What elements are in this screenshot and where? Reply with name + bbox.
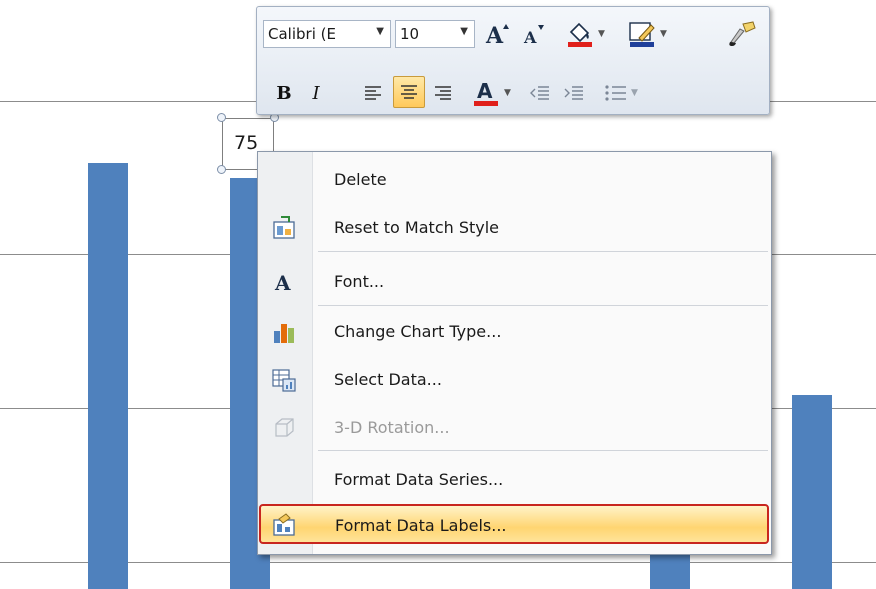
menu-item-3d-rotation[interactable]: 3-D Rotation... <box>260 406 769 450</box>
chart-bar[interactable] <box>88 163 128 589</box>
menu-item-change-chart-type[interactable]: Change Chart Type... <box>260 310 769 354</box>
menu-item-label: 3-D Rotation... <box>334 418 450 437</box>
gridline <box>0 562 876 563</box>
svg-text:A: A <box>523 28 537 47</box>
font-name-combo[interactable]: Calibri (E ▼ <box>263 20 391 48</box>
menu-item-label: Delete <box>334 170 387 189</box>
menu-separator <box>318 305 768 306</box>
menu-item-label: Format Data Series... <box>334 470 504 489</box>
chevron-down-icon[interactable]: ▼ <box>631 88 638 98</box>
font-size-combo[interactable]: 10 ▼ <box>395 20 475 48</box>
menu-item-reset-to-match-style[interactable]: Reset to Match Style <box>260 206 769 250</box>
chevron-down-icon[interactable]: ▼ <box>598 29 605 39</box>
svg-text:A: A <box>485 23 504 47</box>
fill-color-button[interactable]: ▼ <box>557 18 613 50</box>
align-center-icon <box>401 85 417 99</box>
svg-text:A: A <box>274 271 291 295</box>
menu-separator <box>318 251 768 252</box>
chart-type-icon <box>274 324 294 343</box>
align-left-button[interactable] <box>359 77 387 109</box>
bold-button[interactable]: B <box>271 77 297 109</box>
menu-item-label: Reset to Match Style <box>334 218 500 237</box>
mini-toolbar: Calibri (E ▼ 10 ▼ A A ▼ ▼ B I A ▼ ▼ <box>256 6 770 115</box>
format-painter-button[interactable] <box>725 18 759 50</box>
font-size-value: 10 <box>400 25 420 43</box>
align-center-button[interactable] <box>393 76 425 108</box>
svg-text:A: A <box>477 79 493 103</box>
shrink-font-icon: A <box>523 25 544 47</box>
line-color-icon <box>629 22 655 47</box>
shrink-font-button[interactable]: A <box>519 18 549 50</box>
selection-handle[interactable] <box>217 165 226 174</box>
menu-separator <box>318 450 768 451</box>
reset-style-icon <box>273 216 295 239</box>
menu-item-delete[interactable]: Delete <box>260 158 769 202</box>
chevron-down-icon[interactable]: ▼ <box>376 26 384 37</box>
menu-item-label: Font... <box>334 272 385 291</box>
bold-icon: B <box>276 82 292 104</box>
menu-item-label: Select Data... <box>334 370 442 389</box>
align-left-icon <box>365 86 381 100</box>
bullets-button[interactable]: ▼ <box>593 77 649 109</box>
menu-item-format-data-labels[interactable]: Format Data Labels... <box>259 504 769 544</box>
align-right-icon <box>435 86 451 100</box>
menu-item-select-data[interactable]: Select Data... <box>260 358 769 402</box>
selection-handle[interactable] <box>217 113 226 122</box>
font-color-button[interactable]: A ▼ <box>463 77 519 109</box>
grow-font-icon: A <box>485 23 509 47</box>
select-data-icon <box>272 369 296 392</box>
menu-item-font[interactable]: A Font... <box>260 260 769 304</box>
format-labels-icon <box>273 513 295 536</box>
bullets-icon <box>605 85 627 101</box>
italic-button[interactable]: I <box>303 77 329 109</box>
font-color-icon: A <box>474 79 499 106</box>
chevron-down-icon[interactable]: ▼ <box>504 88 511 98</box>
format-painter-icon <box>729 21 756 46</box>
grow-font-button[interactable]: A <box>483 18 515 50</box>
italic-icon: I <box>312 82 320 104</box>
line-color-button[interactable]: ▼ <box>619 18 675 50</box>
menu-item-format-data-series[interactable]: Format Data Series... <box>260 458 769 502</box>
chevron-down-icon[interactable]: ▼ <box>460 26 468 37</box>
3d-rotation-icon <box>275 418 294 437</box>
font-icon: A <box>274 271 291 295</box>
increase-indent-button[interactable] <box>559 77 589 109</box>
fill-color-icon <box>568 22 593 47</box>
menu-item-label: Format Data Labels... <box>335 516 507 535</box>
font-name-value: Calibri (E <box>268 25 336 43</box>
context-menu: Delete Reset to Match Style A Font... Ch… <box>257 151 772 555</box>
chevron-down-icon[interactable]: ▼ <box>660 29 667 39</box>
decrease-indent-button[interactable] <box>525 77 555 109</box>
decrease-indent-icon <box>530 86 549 100</box>
align-right-button[interactable] <box>429 77 457 109</box>
increase-indent-icon <box>564 86 583 100</box>
chart-bar[interactable] <box>792 395 832 589</box>
menu-item-label: Change Chart Type... <box>334 322 502 341</box>
